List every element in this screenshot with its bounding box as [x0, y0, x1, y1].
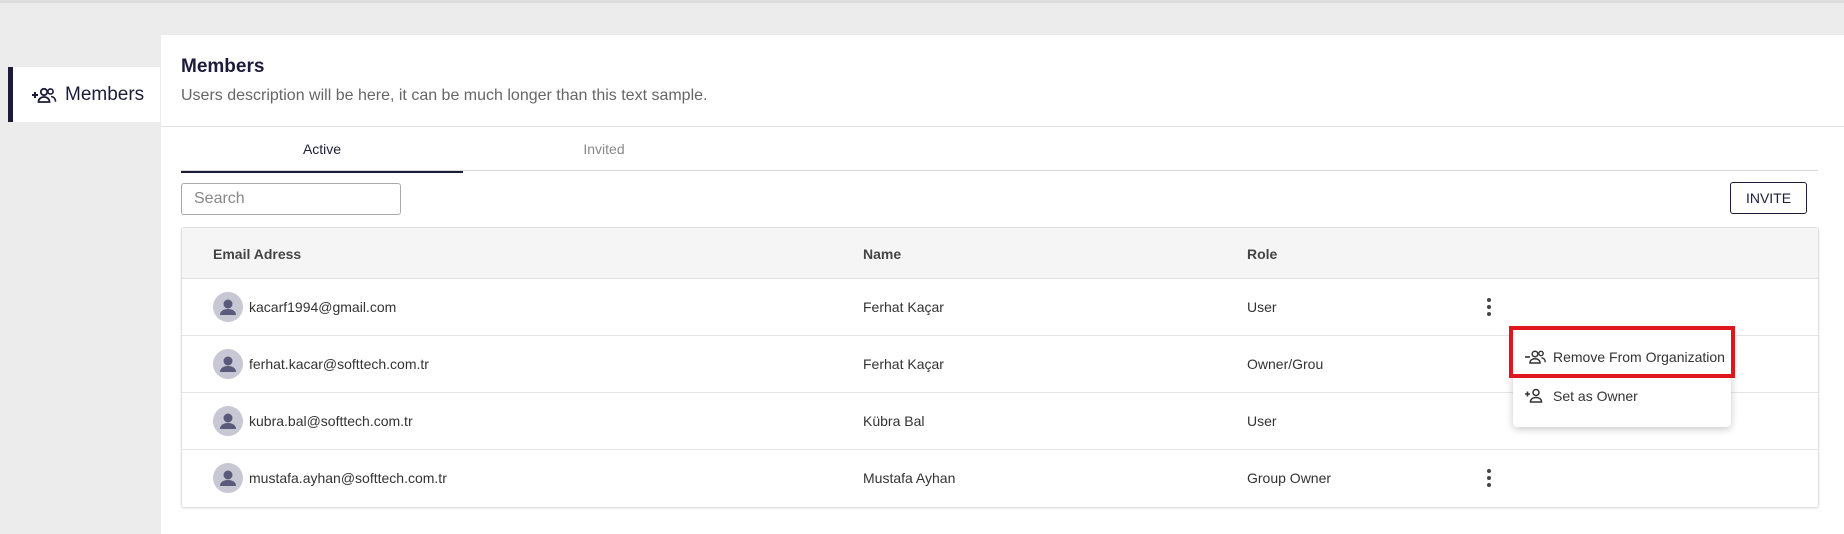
email-cell: kacarf1994@gmail.com: [249, 299, 397, 315]
column-header-name: Name: [863, 246, 902, 262]
menu-item-remove-from-organization[interactable]: Remove From Organization: [1513, 339, 1731, 375]
row-context-menu: Remove From Organization Set as Owner: [1513, 328, 1731, 427]
email-cell: kubra.bal@softtech.com.tr: [249, 413, 413, 429]
tab-invited[interactable]: Invited: [463, 141, 745, 171]
sidebar-item-members[interactable]: Members: [8, 67, 160, 122]
name-cell: Ferhat Kaçar: [863, 299, 944, 315]
role-cell: User: [1247, 413, 1277, 429]
table-header: Email Adress Name Role: [182, 228, 1818, 279]
page-title: Members: [181, 56, 265, 77]
invite-button[interactable]: INVITE: [1730, 182, 1807, 214]
more-options-icon[interactable]: [1479, 467, 1499, 489]
remove-user-icon: [1524, 349, 1546, 365]
add-group-icon: [31, 85, 57, 105]
menu-item-label: Remove From Organization: [1553, 349, 1725, 365]
search-input[interactable]: [181, 183, 401, 215]
tab-active[interactable]: Active: [181, 141, 463, 173]
page-description: Users description will be here, it can b…: [181, 87, 708, 104]
table-row: mustafa.ayhan@softtech.com.tr Mustafa Ay…: [182, 450, 1818, 507]
role-cell: User: [1247, 299, 1277, 315]
column-header-email: Email Adress: [213, 246, 302, 262]
column-header-role: Role: [1247, 246, 1278, 262]
name-cell: Ferhat Kaçar: [863, 356, 944, 372]
more-options-icon[interactable]: [1479, 296, 1499, 318]
avatar: [213, 349, 243, 379]
menu-item-set-as-owner[interactable]: Set as Owner: [1513, 378, 1731, 414]
top-divider: [0, 0, 1844, 3]
email-cell: ferhat.kacar@softtech.com.tr: [249, 356, 429, 372]
header-divider: [161, 126, 1844, 127]
name-cell: Kübra Bal: [863, 413, 925, 429]
avatar: [213, 406, 243, 436]
tabs-divider: [181, 170, 1818, 171]
email-cell: mustafa.ayhan@softtech.com.tr: [249, 470, 447, 486]
role-cell: Group Owner: [1247, 470, 1332, 486]
sidebar-item-label: Members: [65, 83, 145, 105]
avatar: [213, 463, 243, 493]
add-user-icon: [1524, 388, 1546, 404]
avatar: [213, 292, 243, 322]
members-panel: Members Users description will be here, …: [161, 35, 1844, 534]
role-cell: Owner/Grou: [1247, 356, 1324, 372]
menu-item-label: Set as Owner: [1553, 388, 1638, 404]
name-cell: Mustafa Ayhan: [863, 470, 956, 486]
